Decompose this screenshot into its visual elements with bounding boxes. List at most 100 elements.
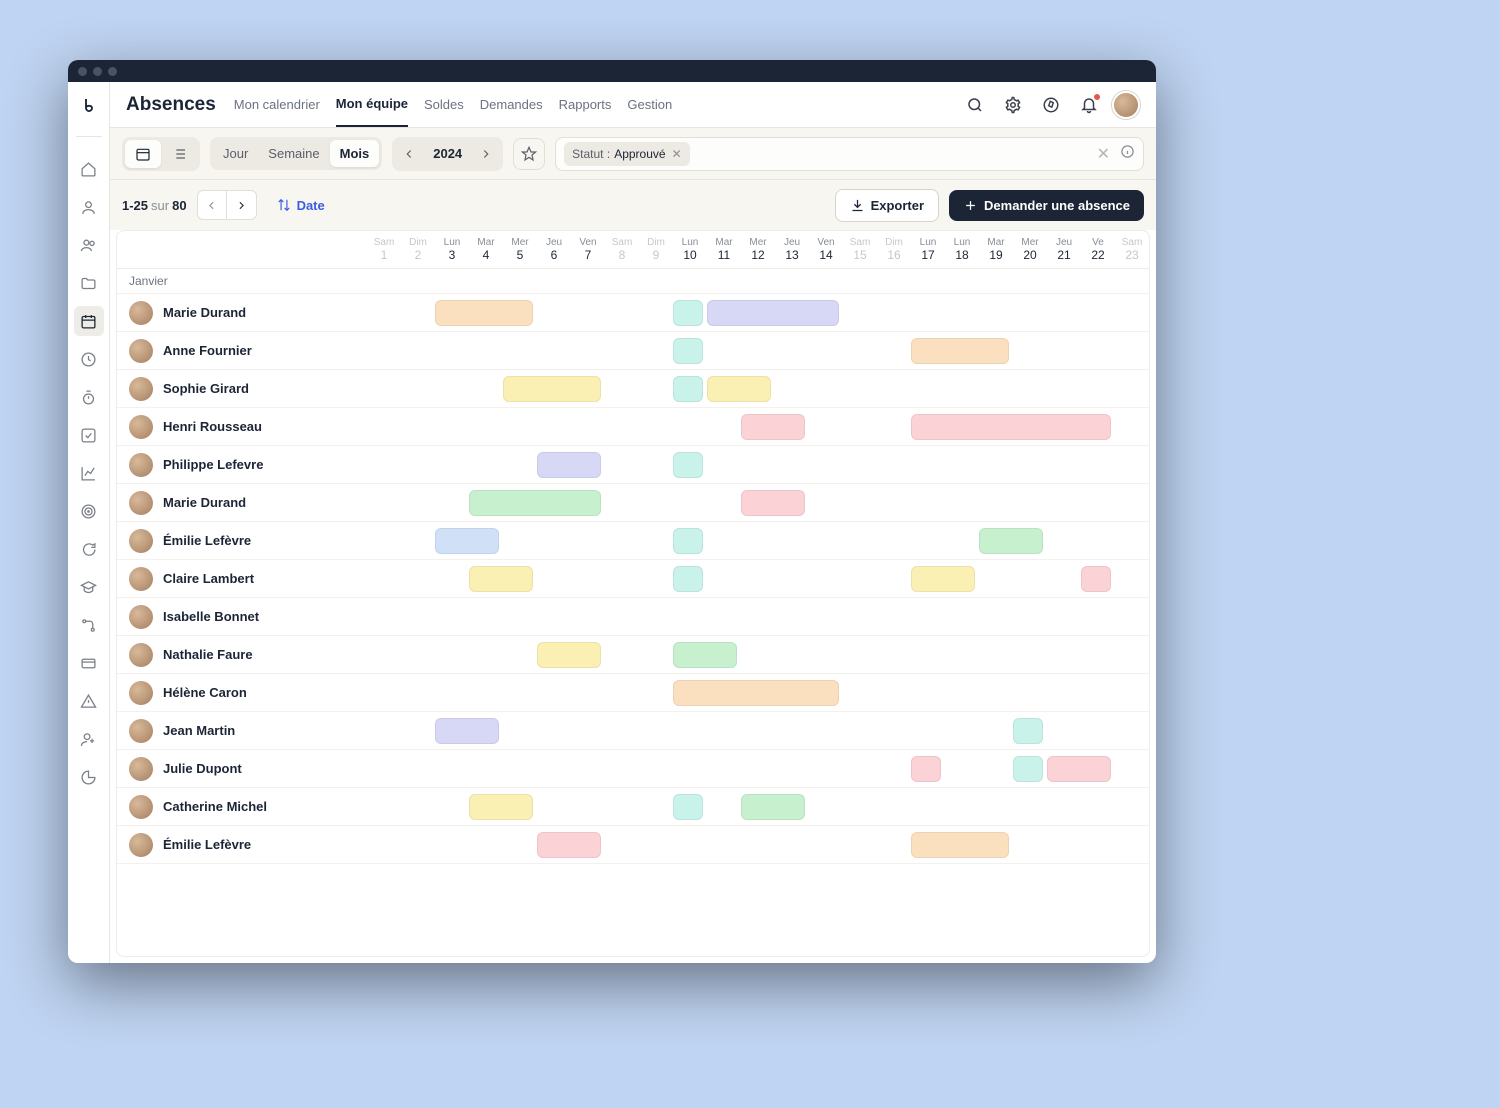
tab-mon-équipe[interactable]: Mon équipe (336, 82, 408, 127)
absence-bar[interactable] (503, 376, 601, 402)
prev-year-button[interactable] (395, 140, 423, 168)
absence-bar[interactable] (741, 794, 805, 820)
nav-timer-icon[interactable] (79, 387, 99, 407)
week-button[interactable]: Semaine (258, 140, 329, 167)
person-name[interactable]: Marie Durand (163, 305, 246, 320)
nav-card-icon[interactable] (79, 653, 99, 673)
absence-bar[interactable] (979, 528, 1043, 554)
nav-clock-icon[interactable] (79, 349, 99, 369)
app-logo[interactable] (80, 96, 98, 114)
calendar-view-button[interactable] (125, 140, 161, 168)
nav-chart-icon[interactable] (79, 463, 99, 483)
person-name[interactable]: Marie Durand (163, 495, 246, 510)
nav-flow-icon[interactable] (79, 615, 99, 635)
person-name[interactable]: Claire Lambert (163, 571, 254, 586)
absence-bar[interactable] (911, 338, 1009, 364)
person-name[interactable]: Émilie Lefèvre (163, 837, 251, 852)
traffic-light-max[interactable] (108, 67, 117, 76)
person-name[interactable]: Catherine Michel (163, 799, 267, 814)
absence-bar[interactable] (435, 300, 533, 326)
tab-rapports[interactable]: Rapports (559, 82, 612, 127)
absence-bar[interactable] (673, 452, 703, 478)
nav-target-icon[interactable] (79, 501, 99, 521)
bell-icon[interactable] (1080, 96, 1098, 114)
absence-bar[interactable] (435, 528, 499, 554)
nav-adduser-icon[interactable] (79, 729, 99, 749)
absence-bar[interactable] (537, 642, 601, 668)
absence-bar[interactable] (741, 490, 805, 516)
tab-demandes[interactable]: Demandes (480, 82, 543, 127)
person-name[interactable]: Anne Fournier (163, 343, 252, 358)
nav-home-icon[interactable] (79, 159, 99, 179)
absence-bar[interactable] (1047, 756, 1111, 782)
absence-bar[interactable] (537, 832, 601, 858)
nav-warn-icon[interactable] (79, 691, 99, 711)
person-name[interactable]: Isabelle Bonnet (163, 609, 259, 624)
person-name[interactable]: Émilie Lefèvre (163, 533, 251, 548)
tab-gestion[interactable]: Gestion (627, 82, 672, 127)
person-name[interactable]: Julie Dupont (163, 761, 242, 776)
absence-bar[interactable] (469, 566, 533, 592)
absence-bar[interactable] (911, 756, 941, 782)
nav-user-icon[interactable] (79, 197, 99, 217)
request-absence-button[interactable]: Demander une absence (949, 190, 1144, 221)
absence-bar[interactable] (469, 794, 533, 820)
absence-bar[interactable] (1013, 756, 1043, 782)
absence-bar[interactable] (673, 376, 703, 402)
absence-bar[interactable] (673, 338, 703, 364)
absence-bar[interactable] (1081, 566, 1111, 592)
export-button[interactable]: Exporter (835, 189, 939, 222)
absence-bar[interactable] (673, 794, 703, 820)
absence-bar[interactable] (673, 642, 737, 668)
absence-bar[interactable] (707, 300, 839, 326)
filter-bar[interactable]: Statut : Approuvé ✕ ✕ (555, 137, 1144, 171)
next-year-button[interactable] (472, 140, 500, 168)
prev-page-button[interactable] (197, 190, 227, 220)
person-name[interactable]: Philippe Lefevre (163, 457, 263, 472)
nav-calendar-icon[interactable] (74, 306, 104, 336)
search-icon[interactable] (966, 96, 984, 114)
absence-bar[interactable] (673, 680, 839, 706)
tab-mon-calendrier[interactable]: Mon calendrier (234, 82, 320, 127)
gear-icon[interactable] (1004, 96, 1022, 114)
favorite-button[interactable] (513, 138, 545, 170)
nav-chat-icon[interactable] (79, 539, 99, 559)
nav-learn-icon[interactable] (79, 577, 99, 597)
nav-pie-icon[interactable] (79, 767, 99, 787)
absence-bar[interactable] (911, 566, 975, 592)
person-name[interactable]: Hélène Caron (163, 685, 247, 700)
person-name[interactable]: Nathalie Faure (163, 647, 253, 662)
absence-bar[interactable] (537, 452, 601, 478)
absence-bar[interactable] (673, 300, 703, 326)
next-page-button[interactable] (227, 190, 257, 220)
nav-check-icon[interactable] (79, 425, 99, 445)
absence-bar[interactable] (1013, 718, 1043, 744)
info-icon[interactable] (1120, 144, 1135, 164)
absence-bar[interactable] (911, 414, 1111, 440)
remove-filter-icon[interactable]: ✕ (672, 147, 682, 161)
compass-icon[interactable] (1042, 96, 1060, 114)
absence-bar[interactable] (673, 528, 703, 554)
person-name[interactable]: Henri Rousseau (163, 419, 262, 434)
person-name[interactable]: Sophie Girard (163, 381, 249, 396)
traffic-light-close[interactable] (78, 67, 87, 76)
month-button[interactable]: Mois (330, 140, 380, 167)
user-avatar[interactable] (1112, 91, 1140, 119)
sort-button[interactable]: Date (267, 192, 335, 219)
absence-bar[interactable] (707, 376, 771, 402)
absence-bar[interactable] (673, 566, 703, 592)
absence-bar[interactable] (911, 832, 1009, 858)
traffic-light-min[interactable] (93, 67, 102, 76)
filter-chip-status[interactable]: Statut : Approuvé ✕ (564, 142, 689, 166)
nav-folder-icon[interactable] (79, 273, 99, 293)
day-header: Lun17 (911, 231, 945, 268)
tab-soldes[interactable]: Soldes (424, 82, 464, 127)
absence-bar[interactable] (741, 414, 805, 440)
nav-team-icon[interactable] (79, 235, 99, 255)
absence-bar[interactable] (435, 718, 499, 744)
list-view-button[interactable] (161, 140, 197, 168)
day-button[interactable]: Jour (213, 140, 258, 167)
absence-bar[interactable] (469, 490, 601, 516)
person-name[interactable]: Jean Martin (163, 723, 235, 738)
clear-filters-icon[interactable]: ✕ (1097, 144, 1110, 164)
